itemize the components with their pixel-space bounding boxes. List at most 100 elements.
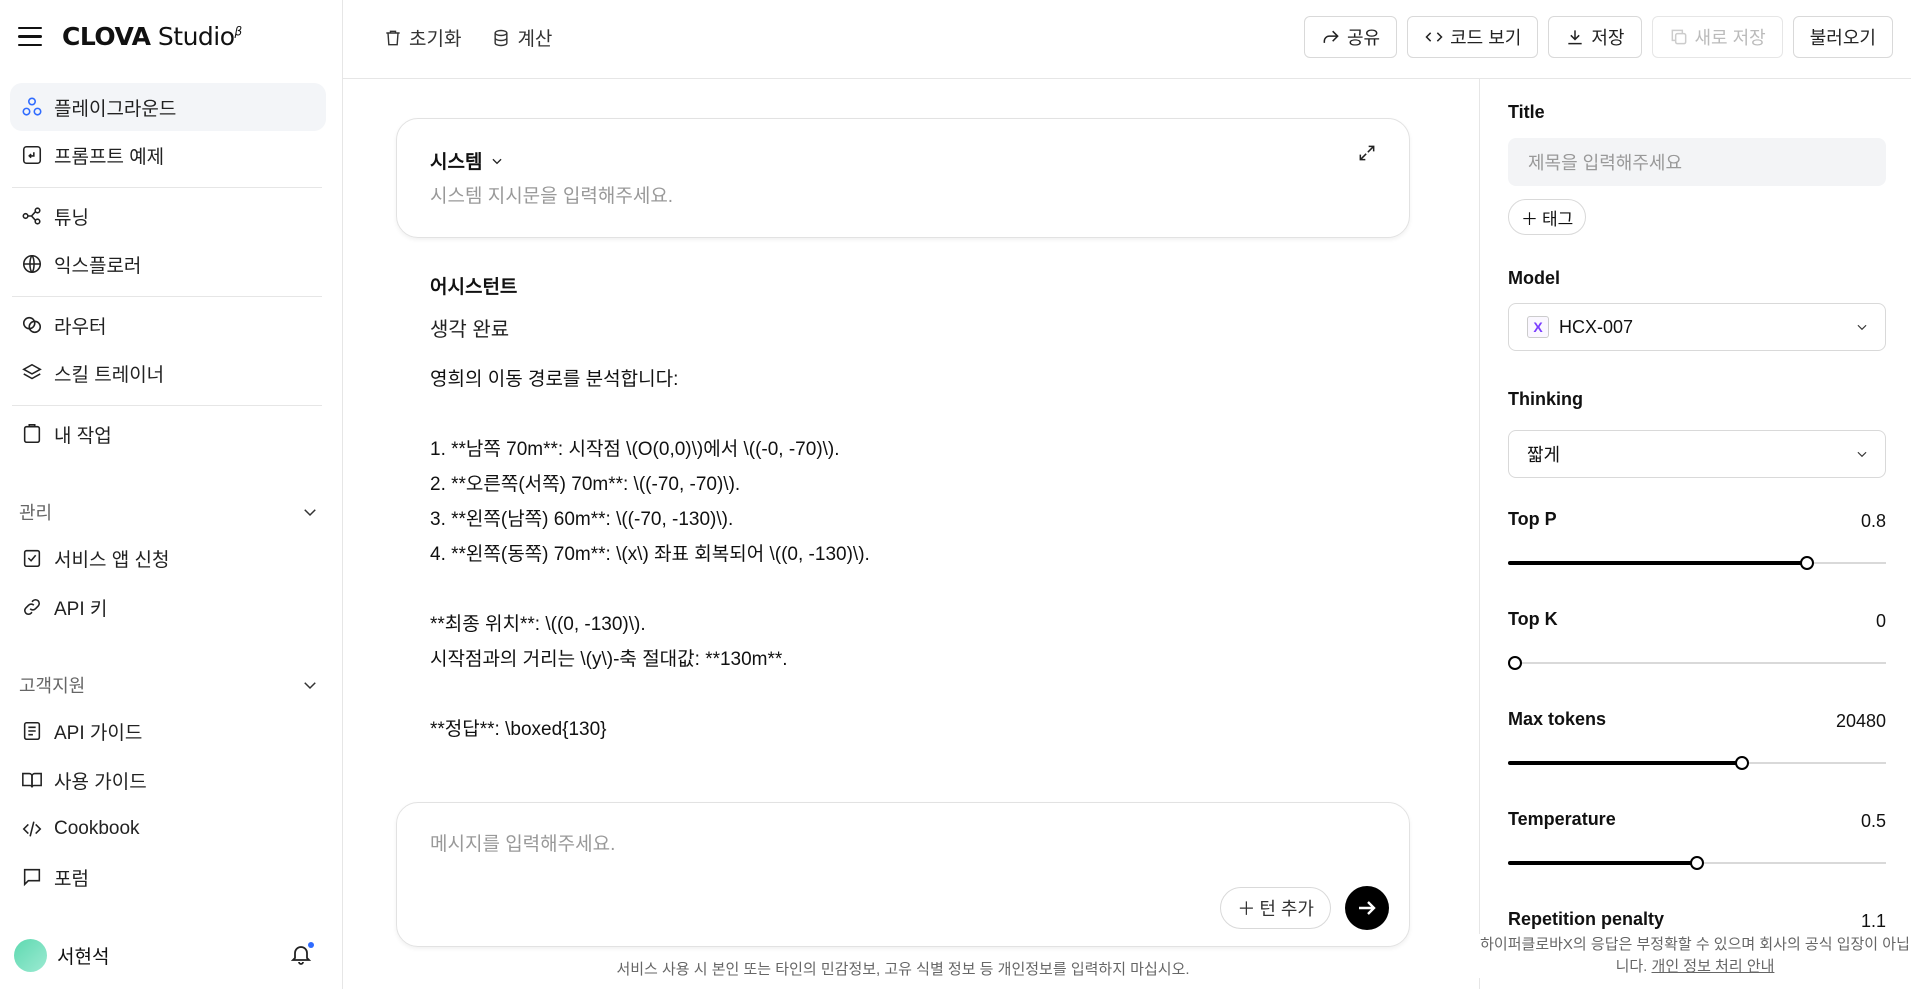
notification-dot [308,942,314,948]
view-code-label: 코드 보기 [1450,28,1522,48]
code-icon [1425,32,1443,42]
divider [12,405,322,406]
bell-icon[interactable] [289,942,315,968]
section-support[interactable]: 고객지원 [19,672,319,698]
section-support-label: 고객지원 [19,676,86,696]
add-turn-button[interactable]: ＋ 턴 추가 [1220,887,1331,929]
download-icon [1568,30,1583,45]
title-input[interactable]: 제목을 입력해주세요 [1508,138,1886,186]
add-tag-button[interactable]: ＋ 태그 [1508,199,1587,235]
message-input[interactable]: 메시지를 입력해주세요. [430,829,1330,856]
privacy-disclaimer: 서비스 사용 시 본인 또는 타인의 민감정보, 고유 식별 정보 등 개인정보… [616,961,1190,978]
code-icon [20,817,44,841]
expand-icon[interactable] [1357,143,1379,165]
slider-thumb[interactable] [1735,756,1750,770]
sidebar-item-label: 프롬프트 예제 [54,146,165,168]
temperature-value: 0.5 [1860,811,1886,831]
thinking-select[interactable]: 짧게 [1508,430,1886,478]
slider-thumb[interactable] [1508,656,1522,670]
model-select[interactable]: X HCX-007 [1508,303,1886,351]
section-manage[interactable]: 관리 [19,499,319,525]
sidebar-item-forum[interactable]: 포럼 [10,853,326,901]
user-profile[interactable]: 서현석 [14,939,109,972]
sidebar-item-user-guide[interactable]: 사용 가이드 [10,756,326,804]
message-line: 영희의 이동 경로를 분석합니다: [430,369,679,390]
chevron-down-icon [301,503,319,521]
calculate-button[interactable]: 계산 [491,24,552,51]
assistant-role-label: 어시스턴트 [430,277,518,298]
share-icon [1323,30,1339,43]
sidebar-item-my-work[interactable]: 내 작업 [10,410,326,458]
message-line [430,677,1390,712]
assistant-message-body[interactable]: 영희의 이동 경로를 분석합니다: 1. **남쪽 70m**: 시작점 \(O… [430,362,1390,747]
save-as-new-label: 새로 저장 [1694,28,1766,48]
logo[interactable]: CLOVA Studioβ [62,22,242,51]
reset-label: 초기화 [409,29,462,50]
sidebar-item-label: 스킬 트레이너 [54,364,165,386]
sidebar-item-label: 플레이그라운드 [54,98,177,120]
top-k-slider[interactable] [1508,655,1886,671]
arrow-right-icon [1359,901,1376,915]
message-line: 1. **남쪽 70m**: 시작점 \(O(0,0)\)에서 \((-0, -… [430,439,840,460]
share-label: 공유 [1347,28,1381,48]
temperature-slider[interactable] [1508,855,1886,871]
max-tokens-slider[interactable] [1508,755,1886,771]
layers-icon [20,361,44,385]
system-title: 시스템 [430,152,483,173]
sidebar-item-label: 사용 가이드 [54,771,147,793]
sidebar-item-prompt-examples[interactable]: 프롬프트 예제 [10,131,326,179]
sidebar-item-cookbook[interactable]: Cookbook [10,805,326,853]
sidebar-item-playground[interactable]: 플레이그라운드 [10,83,326,131]
system-role-dropdown[interactable]: 시스템 [430,147,504,174]
sidebar-item-api-guide[interactable]: API 가이드 [10,707,326,755]
system-prompt-input[interactable]: 시스템 지시문을 입력해주세요. [430,181,1330,208]
divider [12,187,322,188]
sidebar-item-label: 내 작업 [54,425,112,447]
sidebar-item-skill-trainer[interactable]: 스킬 트레이너 [10,349,326,397]
send-button[interactable] [1345,886,1389,930]
playground-icon [20,95,44,119]
repetition-penalty-value: 1.1 [1860,911,1886,931]
sidebar-item-api-key[interactable]: API 키 [10,583,326,631]
sidebar-item-explorer[interactable]: 익스플로러 [10,240,326,288]
system-prompt-box: 시스템 시스템 지시문을 입력해주세요. [396,118,1410,238]
sidebar-item-label: API 가이드 [54,722,143,744]
share-button[interactable]: 공유 [1304,16,1398,58]
copy-icon [1671,29,1686,45]
top-p-slider[interactable] [1508,555,1886,571]
sidebar: CLOVA Studioβ 플레이그라운드 프롬프트 예제 튜닝 익스플로러 라… [0,0,343,989]
privacy-policy-link[interactable]: 개인 정보 처리 안내 [1652,958,1775,975]
slider-thumb[interactable] [1799,556,1814,570]
sidebar-item-router[interactable]: 라우터 [10,301,326,349]
sidebar-item-tuning[interactable]: 튜닝 [10,192,326,240]
toolbar-right: 공유 코드 보기 저장 새로 저장 불러오기 [1304,16,1893,58]
add-tag-label: 태그 [1542,209,1574,229]
thinking-label: Thinking [1508,389,1583,409]
message-line: **최종 위치**: \((0, -130)\). [430,614,646,635]
slider-thumb[interactable] [1690,856,1704,870]
avatar [14,939,47,972]
save-button[interactable]: 저장 [1548,16,1642,58]
sidebar-item-service-app[interactable]: 서비스 앱 신청 [10,534,326,582]
model-icon: X [1527,316,1549,338]
message-line: 2. **오른쪽(서쪽) 70m**: \((-70, -70)\). [430,474,741,495]
hamburger-menu-icon[interactable] [18,24,44,50]
temperature-label: Temperature [1508,809,1616,829]
reset-button[interactable]: 초기화 [383,24,461,51]
view-code-button[interactable]: 코드 보기 [1407,16,1539,58]
globe-icon [20,252,44,276]
top-k-value: 0 [1875,611,1886,631]
save-as-new-button[interactable]: 새로 저장 [1651,16,1783,58]
thinking-status[interactable]: 생각 완료 [430,313,1390,342]
assistant-message: 어시스턴트 생각 완료 영희의 이동 경로를 분석합니다: 1. **남쪽 70… [430,272,1390,747]
load-button[interactable]: 불러오기 [1792,16,1893,58]
plus-icon: ＋ [1237,899,1256,919]
model-value: HCX-007 [1559,316,1634,337]
sidebar-item-label: 서비스 앱 신청 [54,549,170,571]
top-k-label: Top K [1508,609,1558,629]
book-icon [20,768,44,792]
load-label: 불러오기 [1809,28,1876,48]
user-name: 서현석 [57,947,110,968]
brand: CLOVA Studioβ [18,22,242,51]
chevron-down-icon [1857,451,1867,458]
